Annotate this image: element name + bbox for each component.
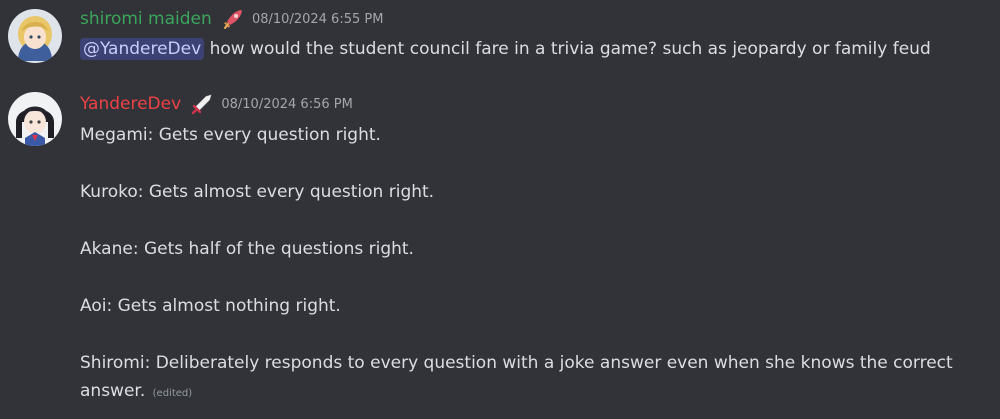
user-mention[interactable]: @YandereDev <box>80 38 205 60</box>
message-line: Aoi: Gets almost nothing right. <box>80 296 341 316</box>
username[interactable]: YandereDev <box>80 94 181 114</box>
edited-label: (edited) <box>152 388 193 399</box>
message-text: how would the student council fare in a … <box>204 39 931 59</box>
chat-messages: shiromi maiden 08/10/2024 6:55 PM @Yande… <box>0 0 1000 419</box>
message-content: @YandereDev how would the student counci… <box>80 38 931 60</box>
timestamp[interactable]: 08/10/2024 6:55 PM <box>252 12 383 27</box>
message-content: Megami: Gets every question right. Kurok… <box>80 121 985 408</box>
message-header: YandereDev 08/10/2024 6:56 PM <box>80 92 353 118</box>
username[interactable]: shiromi maiden <box>80 9 212 29</box>
avatar[interactable] <box>8 9 62 63</box>
message-line: Akane: Gets half of the questions right. <box>80 239 414 259</box>
avatar[interactable] <box>8 92 62 146</box>
rocket-icon <box>221 7 245 31</box>
message-header: shiromi maiden 08/10/2024 6:55 PM <box>80 7 383 33</box>
message-line: Kuroko: Gets almost every question right… <box>80 182 435 202</box>
message-line-last: Shiromi: Deliberately responds to every … <box>80 349 985 408</box>
sword-icon <box>190 92 214 116</box>
timestamp[interactable]: 08/10/2024 6:56 PM <box>221 97 352 112</box>
message-text: Shiromi: Deliberately responds to every … <box>80 353 953 401</box>
message-line: Megami: Gets every question right. <box>80 125 381 145</box>
